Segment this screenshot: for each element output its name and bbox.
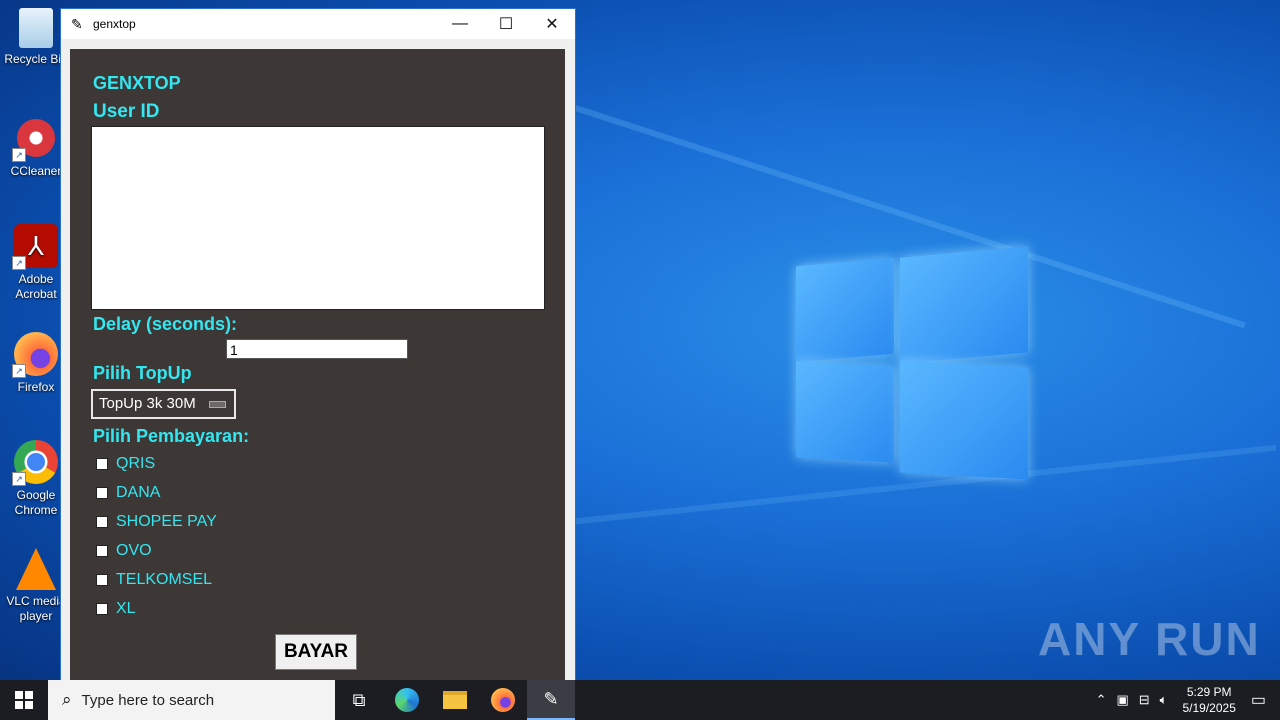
start-button[interactable] [0,680,48,720]
genxtop-taskbar-icon[interactable]: ✎ [527,680,575,720]
checkbox[interactable] [96,574,108,586]
anyrun-watermark: ANY RUN [1038,613,1261,665]
file-explorer-icon[interactable] [431,680,479,720]
checkbox[interactable] [96,458,108,470]
payment-option-telkomsel[interactable]: TELKOMSEL [96,571,212,589]
checkbox[interactable] [96,603,108,615]
taskbar: ⌕ Type here to search ⧉ ✎ ⌃ ▣ ⊟ 🔈︎ 5:29 … [0,680,1280,720]
delay-input[interactable]: 1 [226,339,408,359]
vlc-icon [16,548,56,590]
payment-option-dana[interactable]: DANA [96,484,160,502]
notification-icon[interactable]: ▭ [1251,690,1266,710]
volume-icon[interactable]: 🔈︎ [1160,692,1168,708]
dropdown-indicator-icon [209,401,226,408]
device-icon[interactable]: ▣ [1116,692,1128,708]
firefox-icon: ↗ [12,332,58,378]
user-id-label: User ID [93,101,160,122]
bayar-button[interactable]: BAYAR [275,634,357,670]
payment-option-ovo[interactable]: OVO [96,542,152,560]
maximize-button[interactable]: ☐ [483,9,529,39]
clock[interactable]: 5:29 PM 5/19/2025 [1182,684,1235,716]
clock-time: 5:29 PM [1186,685,1232,699]
ccleaner-icon: ↗ [12,116,58,162]
payment-option-qris[interactable]: QRIS [96,455,155,473]
chrome-icon: ↗ [12,440,58,486]
acrobat-icon: ⅄ ↗ [12,224,58,270]
firefox-taskbar-icon[interactable] [479,680,527,720]
edge-icon[interactable] [383,680,431,720]
close-button[interactable]: ✕ [529,9,575,39]
payment-option-label: TELKOMSEL [116,571,213,588]
payment-option-label: OVO [116,542,152,559]
clock-date: 5/19/2025 [1182,701,1236,715]
payment-option-label: DANA [116,484,161,501]
app-heading: GENXTOP [93,73,181,93]
form-panel: GENXTOP User ID Delay (seconds): 1 Pilih… [70,49,565,681]
payment-label: Pilih Pembayaran: [93,426,250,446]
checkbox[interactable] [96,487,108,499]
payment-option-xl[interactable]: XL [96,600,136,618]
search-icon: ⌕ [62,690,72,709]
checkbox[interactable] [96,545,108,557]
chevron-up-icon[interactable]: ⌃ [1096,692,1107,708]
topup-selected-value: TopUp 3k 30M [99,395,196,412]
topup-dropdown[interactable]: TopUp 3k 30M [91,389,236,419]
recycle-bin-icon [19,8,53,48]
feather-icon: ✎ [71,15,83,32]
minimize-button[interactable]: — [437,9,483,39]
window-titlebar[interactable]: ✎ genxtop — ☐ ✕ [61,9,575,39]
system-tray: ⌃ ▣ ⊟ 🔈︎ 5:29 PM 5/19/2025 ▭ [1091,680,1280,720]
windows-start-icon [15,691,33,709]
taskbar-search-box[interactable]: ⌕ Type here to search [48,680,335,720]
windows-logo-wallpaper [796,242,1028,480]
topup-label: Pilih TopUp [93,363,192,383]
genxtop-window: ✎ genxtop — ☐ ✕ GENXTOP User ID Delay (s… [60,8,576,682]
window-title: genxtop [93,17,136,31]
payment-option-shopee-pay[interactable]: SHOPEE PAY [96,513,217,531]
network-icon[interactable]: ⊟ [1139,692,1150,708]
delay-label: Delay (seconds): [93,314,238,334]
checkbox[interactable] [96,516,108,528]
user-id-textarea[interactable] [91,126,545,310]
payment-option-label: XL [116,600,136,617]
task-view-icon[interactable]: ⧉ [335,680,383,720]
search-placeholder: Type here to search [81,691,215,709]
payment-option-label: QRIS [116,455,156,472]
payment-option-label: SHOPEE PAY [116,513,217,530]
